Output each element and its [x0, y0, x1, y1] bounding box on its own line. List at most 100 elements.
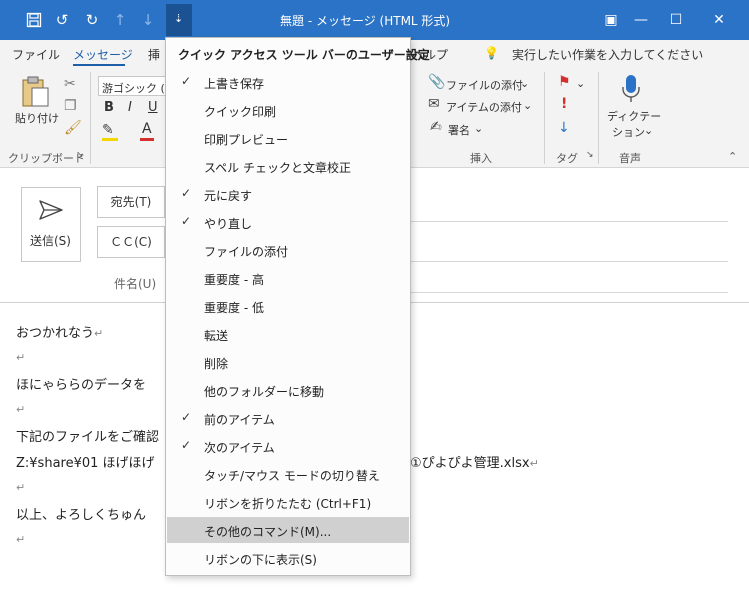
menu-item[interactable]: スペル チェックと文章校正	[167, 153, 409, 179]
menu-item[interactable]: ✓ 次のアイテム	[167, 433, 409, 459]
menu-header: クイック アクセス ツール バーのユーザー設定	[178, 48, 430, 62]
body-line: Z:¥share¥01 ほげほげ	[16, 456, 155, 471]
minimize-icon[interactable]: —	[626, 8, 656, 32]
attach-item-icon: ✉	[428, 96, 440, 112]
checkmark-icon: ✓	[181, 74, 192, 88]
clipboard-group-label: クリップボード	[8, 152, 85, 165]
format-painter-icon[interactable]: 🖌	[64, 120, 82, 136]
tab-message[interactable]: メッセージ	[73, 46, 133, 63]
send-button[interactable]: 送信(S)	[21, 187, 81, 262]
customize-qat-button[interactable]: ⇣	[166, 4, 192, 36]
active-tab-indicator	[73, 64, 125, 66]
send-icon	[39, 200, 63, 220]
body-line: ほにゃららのデータを	[16, 378, 147, 393]
menu-item-label: リボンの下に表示(S)	[204, 553, 317, 567]
highlight-icon[interactable]: ✎	[102, 122, 114, 138]
menu-item[interactable]: ✓ 上書き保存	[167, 69, 409, 95]
menu-item-label: リボンを折りたたむ (Ctrl+F1)	[204, 497, 372, 511]
chevron-down-icon: ⌄	[523, 99, 533, 112]
menu-item-label: クイック印刷	[204, 105, 277, 119]
menu-item[interactable]: ✓ やり直し	[167, 209, 409, 235]
menu-item[interactable]: リボンを折りたたむ (Ctrl+F1)	[167, 489, 409, 515]
menu-item[interactable]: 重要度 - 高	[167, 265, 409, 291]
attach-file-button[interactable]: ファイルの添付	[446, 77, 523, 93]
tab-file[interactable]: ファイル	[12, 46, 60, 63]
follow-up-flag-icon[interactable]: ⚑	[558, 74, 571, 90]
paragraph-mark: ↵	[16, 351, 26, 364]
menu-item-label: 元に戻す	[204, 189, 253, 203]
paperclip-icon: 📎	[428, 74, 446, 90]
ribbon-display-icon[interactable]: ▣	[596, 8, 626, 32]
menu-item[interactable]: 他のフォルダーに移動	[167, 377, 409, 403]
signature-icon: ✍	[430, 119, 442, 135]
bold-button[interactable]: B	[104, 100, 114, 115]
menu-item-label: スペル チェックと文章校正	[204, 161, 351, 175]
chevron-down-icon: ⌄	[576, 77, 586, 90]
chevron-down-icon: ⌄	[644, 124, 654, 137]
menu-item-label: 転送	[204, 329, 229, 343]
group-separator	[90, 72, 91, 164]
menu-item[interactable]: 印刷プレビュー	[167, 125, 409, 151]
customize-qat-icon: ⇣	[174, 12, 184, 25]
cut-icon[interactable]: ✂	[64, 76, 76, 92]
collapse-ribbon-icon[interactable]: ⌃	[728, 150, 737, 163]
attach-item-button[interactable]: アイテムの添付	[446, 99, 522, 115]
paste-button[interactable]: 貼り付け	[14, 76, 59, 136]
menu-item[interactable]: ✓ 前のアイテム	[167, 405, 409, 431]
paragraph-mark: ↵	[16, 533, 26, 546]
dialog-launcher-icon[interactable]: ↘	[76, 150, 84, 160]
tell-me-box[interactable]: 実行したい作業を入力してください	[512, 46, 703, 63]
italic-button[interactable]: I	[128, 100, 132, 115]
menu-item[interactable]: ✓ 元に戻す	[167, 181, 409, 207]
menu-item-label: その他のコマンド(M)...	[204, 525, 332, 539]
font-color-icon[interactable]: A	[142, 121, 152, 137]
dictate-button[interactable]: ディクテー ション ⌄	[604, 74, 662, 140]
font-name-box[interactable]: 游ゴシック (本	[98, 76, 176, 96]
window-title: 無題 - メッセージ (HTML 形式)	[280, 14, 451, 28]
body-line: 以上、よろしくちゅん	[16, 508, 147, 523]
clipboard-icon	[22, 76, 49, 107]
signature-button[interactable]: 署名	[448, 122, 470, 138]
up-arrow-icon[interactable]: ↑	[108, 8, 132, 32]
copy-icon[interactable]: ❐	[64, 98, 77, 114]
undo-icon[interactable]: ↺	[50, 8, 74, 32]
low-importance-icon[interactable]: ↓	[558, 120, 570, 136]
send-label: 送信(S)	[30, 234, 71, 248]
maximize-icon[interactable]: ☐	[661, 8, 691, 32]
body-line: 下記のファイルをご確認	[16, 430, 160, 445]
menu-item[interactable]: 転送	[167, 321, 409, 347]
cc-button[interactable]: ＣＣ(C)	[97, 226, 165, 258]
tab-insert[interactable]: 挿	[148, 46, 160, 63]
menu-item[interactable]: クイック印刷	[167, 97, 409, 123]
lightbulb-icon: 💡	[484, 46, 499, 60]
menu-item-label: 重要度 - 低	[204, 301, 264, 315]
menu-item-label: 前のアイテム	[204, 413, 275, 427]
to-button[interactable]: 宛先(T)	[97, 186, 165, 218]
menu-item-label: タッチ/マウス モードの切り替え	[204, 469, 380, 483]
checkmark-icon: ✓	[181, 214, 192, 228]
menu-item[interactable]: 重要度 - 低	[167, 293, 409, 319]
tags-group-label: タグ	[556, 152, 578, 165]
high-importance-icon[interactable]: !	[561, 96, 567, 112]
checkmark-icon: ✓	[181, 186, 192, 200]
group-separator	[598, 72, 599, 164]
menu-item-label: 他のフォルダーに移動	[204, 385, 325, 399]
menu-item[interactable]: その他のコマンド(M)...	[167, 517, 409, 543]
underline-button[interactable]: U	[148, 100, 158, 115]
menu-item[interactable]: 削除	[167, 349, 409, 375]
subject-label: 件名(U)	[114, 277, 157, 291]
dictate-label-1: ディクテー	[607, 110, 662, 123]
menu-item[interactable]: リボンの下に表示(S)	[167, 545, 409, 571]
paragraph-mark: ↵	[16, 481, 26, 494]
dialog-launcher-icon[interactable]: ↘	[586, 150, 594, 160]
down-arrow-icon[interactable]: ↓	[136, 8, 160, 32]
microphone-icon	[622, 75, 640, 102]
menu-item[interactable]: ファイルの添付	[167, 237, 409, 263]
menu-item-label: 次のアイテム	[204, 441, 275, 455]
close-icon[interactable]: ✕	[704, 8, 734, 32]
chevron-down-icon: ⌄	[474, 122, 484, 135]
paragraph-mark: ↵	[529, 457, 539, 470]
save-icon[interactable]	[22, 8, 46, 32]
menu-item[interactable]: タッチ/マウス モードの切り替え	[167, 461, 409, 487]
redo-icon[interactable]: ↻	[80, 8, 104, 32]
